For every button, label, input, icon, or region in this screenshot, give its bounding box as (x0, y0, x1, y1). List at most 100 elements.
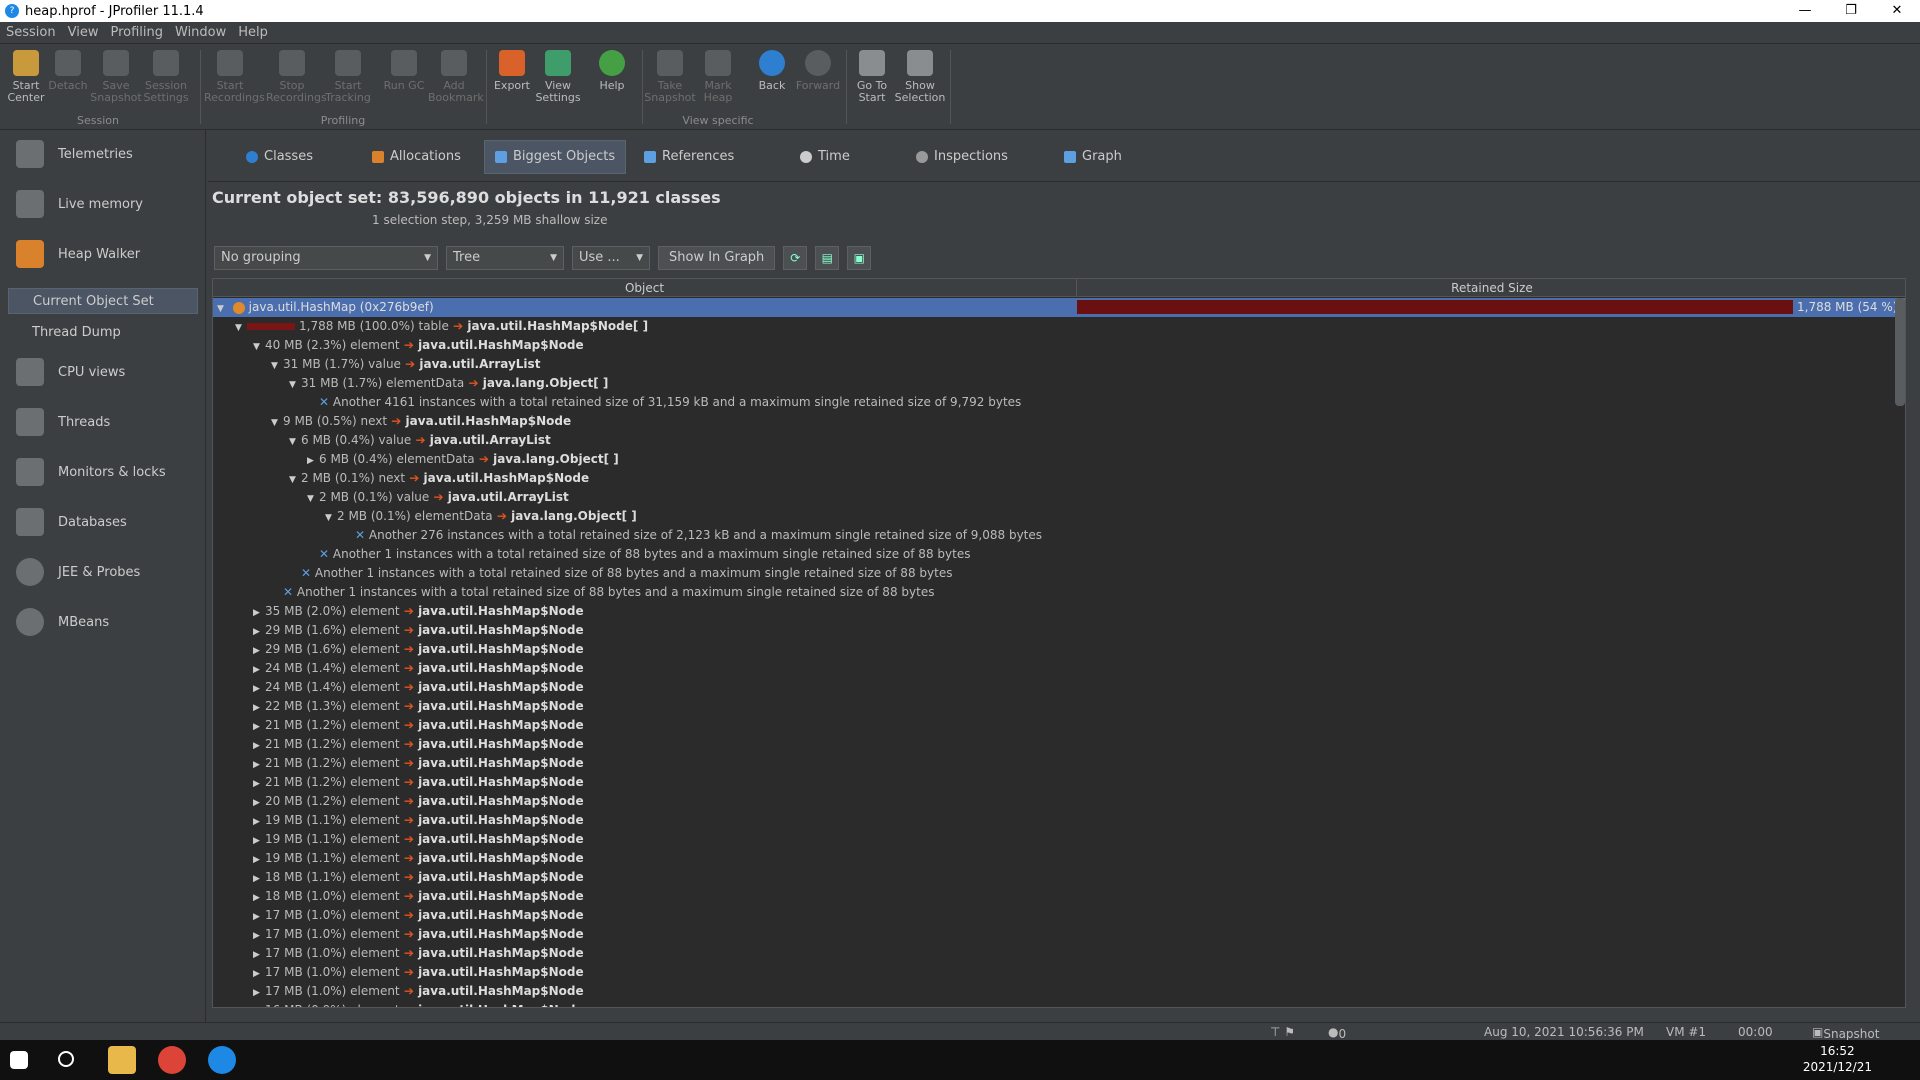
calc-icon[interactable]: ▣ (847, 246, 872, 270)
sidebar-item-monitors-locks[interactable]: Monitors & locks (0, 452, 206, 492)
tree-row[interactable]: ▶ 19 MB (1.1%) element ➔ java.util.HashMa… (213, 849, 1905, 868)
mark-heap-button[interactable]: Mark Heap (692, 48, 744, 104)
tree-row[interactable]: ▶ 21 MB (1.2%) element ➔ java.util.HashMa… (213, 735, 1905, 754)
allocations-icon (372, 151, 384, 163)
add-bookmark-button[interactable]: Add Bookmark (428, 48, 484, 104)
show-in-graph-button[interactable]: Show In Graph (658, 246, 776, 270)
tab-graph[interactable]: Graph (1054, 140, 1132, 174)
tree-row[interactable]: ▼ 31 MB (1.7%) elementData ➔ java.lang.Ob… (213, 374, 1905, 393)
tree-row-another[interactable]: ✕ Another 1 instances with a total retai… (213, 583, 1905, 602)
view-settings-button[interactable]: View Settings (532, 48, 584, 104)
scrollbar[interactable] (1895, 298, 1905, 406)
tree-row[interactable]: ▶ 6 MB (0.4%) elementData ➔ java.lang.Obj… (213, 450, 1905, 469)
column-object[interactable]: Object (213, 279, 1077, 297)
tree-row[interactable]: ▶16 MB (0.9%) element ➔ java.util.HashMa… (213, 1001, 1905, 1007)
tree-row[interactable]: ▶ 18 MB (1.1%) element ➔ java.util.HashMa… (213, 868, 1905, 887)
sidebar-item-heap-walker[interactable]: Heap Walker (0, 234, 206, 274)
export-button[interactable]: Export (486, 48, 538, 92)
chrome-icon[interactable] (158, 1046, 186, 1074)
forward-button[interactable]: Forward (792, 48, 844, 92)
go-to-start-button[interactable]: Go To Start (846, 48, 898, 104)
tab-time[interactable]: Time (790, 140, 860, 174)
show-selection-button[interactable]: Show Selection (894, 48, 946, 104)
tree-row[interactable]: ▼ 2 MB (0.1%) next ➔ java.util.HashMap$No… (213, 469, 1905, 488)
tree-row[interactable]: ▼ 2 MB (0.1%) value ➔ java.util.ArrayList (213, 488, 1905, 507)
tree-row-another[interactable]: ✕ Another 1 instances with a total retai… (213, 545, 1905, 564)
maximize-button[interactable]: ❐ (1828, 0, 1874, 22)
sidebar-item-live-memory[interactable]: Live memory (0, 184, 206, 224)
file-explorer-icon[interactable] (108, 1046, 136, 1074)
back-button[interactable]: Back (746, 48, 798, 92)
detach-button[interactable]: Detach (42, 48, 94, 92)
sidebar-item-current-object-set[interactable]: Current Object Set (8, 288, 198, 314)
tree-row[interactable]: ▼ 9 MB (0.5%) next ➔ java.util.HashMap$No… (213, 412, 1905, 431)
clock[interactable]: 16:52 2021/12/21 (1803, 1043, 1872, 1075)
take-snapshot-button[interactable]: Take Snapshot (644, 48, 696, 104)
tree-row-another[interactable]: ✕ Another 276 instances with a total ret… (213, 526, 1905, 545)
tree-row[interactable]: ▶ 24 MB (1.4%) element ➔ java.util.HashMa… (213, 678, 1905, 697)
tree-row[interactable]: ▼ 6 MB (0.4%) value ➔ java.util.ArrayList (213, 431, 1905, 450)
tree-row[interactable]: ▶ 17 MB (1.0%) element ➔ java.util.HashMa… (213, 906, 1905, 925)
view-mode-select[interactable]: Tree (446, 246, 564, 270)
tree-row[interactable]: ▶ 18 MB (1.0%) element ➔ java.util.HashMa… (213, 887, 1905, 906)
sidebar-item-jee-probes[interactable]: JEE & Probes (0, 552, 206, 592)
tree-row[interactable]: ▶ 19 MB (1.1%) element ➔ java.util.HashMa… (213, 811, 1905, 830)
tree-row-root[interactable]: ▼ java.util.HashMap (0x276b9ef) 1,788 MB… (213, 298, 1905, 317)
close-button[interactable]: ✕ (1874, 0, 1920, 22)
tree-row[interactable]: ▶ 29 MB (1.6%) element ➔ java.util.HashMa… (213, 621, 1905, 640)
stop-recordings-button[interactable]: Stop Recordings (266, 48, 327, 104)
save-icon[interactable]: ▤ (815, 246, 840, 270)
tree-row[interactable]: ▶ 20 MB (1.2%) element ➔ java.util.HashMa… (213, 792, 1905, 811)
tree-row[interactable]: ▶ 21 MB (1.2%) element ➔ java.util.HashMa… (213, 773, 1905, 792)
tab-inspections[interactable]: Inspections (906, 140, 1018, 174)
refresh-icon[interactable]: ⟳ (783, 246, 808, 270)
sidebar-item-mbeans[interactable]: MBeans (0, 602, 206, 642)
tree-row[interactable]: ▶ 35 MB (2.0%) element ➔ java.util.HashMa… (213, 602, 1905, 621)
tab-classes[interactable]: Classes (236, 140, 323, 174)
sidebar-item-cpu-views[interactable]: CPU views (0, 352, 206, 392)
session-settings-button[interactable]: Session Settings (140, 48, 192, 104)
tree-row-another[interactable]: ✕ Another 1 instances with a total retai… (213, 564, 1905, 583)
windows-start-icon[interactable] (10, 1051, 28, 1069)
tab-allocations[interactable]: Allocations (362, 140, 471, 174)
menu-session[interactable]: Session (6, 25, 56, 40)
sidebar-item-thread-dump[interactable]: Thread Dump (8, 320, 198, 346)
view-controls: No grouping Tree Use ... Show In Graph ⟳… (214, 246, 872, 270)
help-button[interactable]: Help (586, 48, 638, 92)
tree-row[interactable]: ▶ 17 MB (1.0%) element ➔ java.util.HashMa… (213, 982, 1905, 1001)
sidebar-item-threads[interactable]: Threads (0, 402, 206, 442)
expand-icon[interactable]: ▶ (253, 1003, 265, 1007)
tree-row[interactable]: ▶ 17 MB (1.0%) element ➔ java.util.HashMa… (213, 963, 1905, 982)
tree-row[interactable]: ▼ 40 MB (2.3%) element ➔ java.util.HashMa… (213, 336, 1905, 355)
save-snapshot-button[interactable]: Save Snapshot (90, 48, 142, 104)
tree-row[interactable]: ▼ 31 MB (1.7%) value ➔ java.util.ArrayLis… (213, 355, 1905, 374)
tab-references[interactable]: References (634, 140, 744, 174)
tree-row[interactable]: ▼ 1,788 MB (100.0%) table ➔ java.util.Has… (213, 317, 1905, 336)
sidebar-item-telemetries[interactable]: Telemetries (0, 134, 206, 174)
tree-row[interactable]: ▼ 2 MB (0.1%) elementData ➔ java.lang.Obj… (213, 507, 1905, 526)
tree-row[interactable]: ▶ 29 MB (1.6%) element ➔ java.util.HashMa… (213, 640, 1905, 659)
tree-row[interactable]: ▶ 24 MB (1.4%) element ➔ java.util.HashMa… (213, 659, 1905, 678)
column-retained-size[interactable]: Retained Size (1077, 279, 1905, 297)
start-recordings-button[interactable]: Start Recordings (204, 48, 265, 104)
start-tracking-button[interactable]: Start Tracking (322, 48, 374, 104)
tree-row[interactable]: ▶ 19 MB (1.1%) element ➔ java.util.HashMa… (213, 830, 1905, 849)
grouping-select[interactable]: No grouping (214, 246, 438, 270)
use-select[interactable]: Use ... (572, 246, 650, 270)
menu-profiling[interactable]: Profiling (110, 25, 163, 40)
menu-help[interactable]: Help (238, 25, 268, 40)
tree-row[interactable]: ▶ 17 MB (1.0%) element ➔ java.util.HashMa… (213, 925, 1905, 944)
jprofiler-taskbar-icon[interactable] (208, 1046, 236, 1074)
tree-row[interactable]: ▶ 22 MB (1.3%) element ➔ java.util.HashMa… (213, 697, 1905, 716)
sidebar-item-databases[interactable]: Databases (0, 502, 206, 542)
run-gc-button[interactable]: Run GC (378, 48, 430, 92)
minimize-button[interactable]: — (1782, 0, 1828, 22)
menu-view[interactable]: View (68, 25, 99, 40)
search-icon[interactable] (58, 1051, 74, 1067)
tab-biggest-objects[interactable]: Biggest Objects (484, 140, 627, 174)
tree-row[interactable]: ▶ 17 MB (1.0%) element ➔ java.util.HashMa… (213, 944, 1905, 963)
tree-row[interactable]: ▶ 21 MB (1.2%) element ➔ java.util.HashMa… (213, 754, 1905, 773)
tree-row[interactable]: ▶ 21 MB (1.2%) element ➔ java.util.HashMa… (213, 716, 1905, 735)
tree-row-another[interactable]: ✕ Another 4161 instances with a total re… (213, 393, 1905, 412)
menu-window[interactable]: Window (175, 25, 226, 40)
